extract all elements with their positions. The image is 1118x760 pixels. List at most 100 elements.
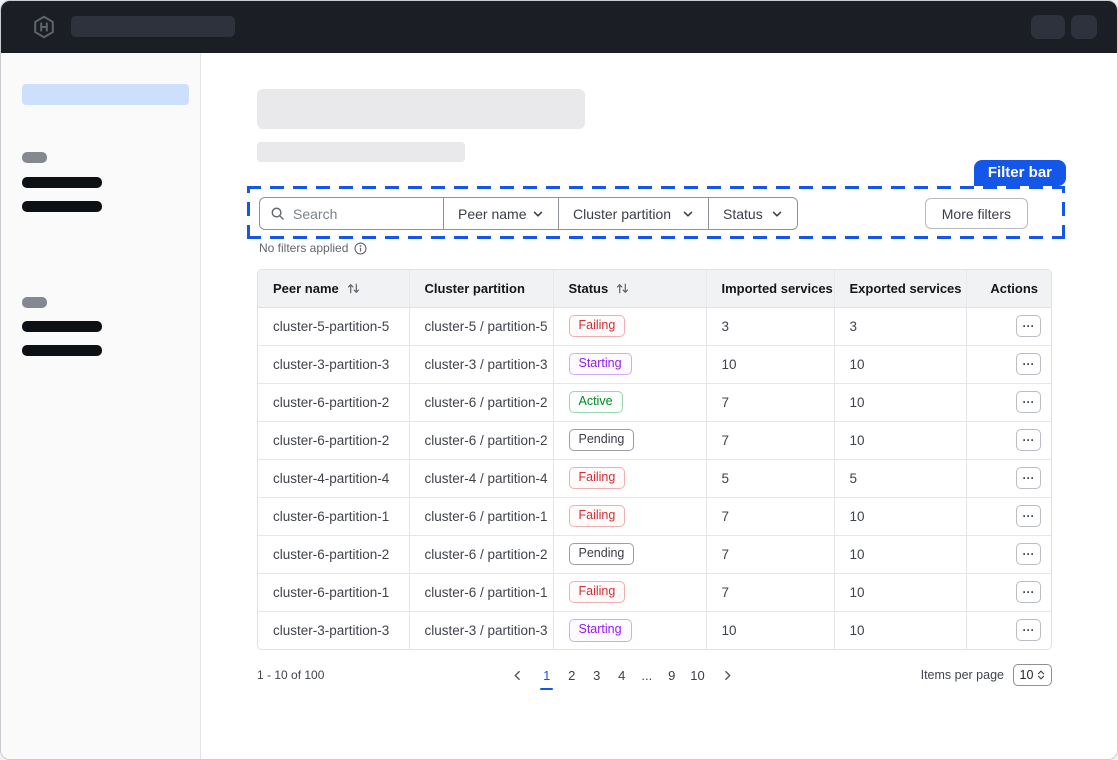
peer-name-cell: cluster-6-partition-2 [258,535,409,573]
status-badge: Failing [569,581,626,604]
row-actions-button[interactable]: ··· [1016,315,1041,337]
row-actions-button[interactable]: ··· [1016,391,1041,413]
sidebar-item-skeleton [22,345,102,356]
actions-cell: ··· [966,345,1052,383]
cluster-partition-cell: cluster-3 / partition-3 [409,611,553,649]
exported-services-cell: 10 [834,345,966,383]
column-header-actions: Actions [966,270,1052,307]
cluster-partition-cell: cluster-6 / partition-2 [409,421,553,459]
column-label: Imported services [722,281,833,296]
sidebar-item-skeleton [22,177,102,188]
column-label: Status [569,281,609,296]
exported-services-cell: 10 [834,497,966,535]
next-page-button[interactable] [716,667,739,684]
filters-applied-status: No filters applied [259,241,367,255]
filter-controls-group: Peer name Cluster partition [259,197,798,230]
table-row: cluster-6-partition-1cluster-6 / partiti… [258,497,1052,535]
row-actions-button[interactable]: ··· [1016,353,1041,375]
info-icon[interactable] [354,242,367,255]
items-per-page-value: 10 [1020,668,1034,682]
page-button-2[interactable]: 2 [564,666,579,685]
top-navbar [1,1,1117,53]
actions-cell: ··· [966,421,1052,459]
imported-services-cell: 7 [706,421,834,459]
exported-services-cell: 10 [834,573,966,611]
filter-dropdown-status[interactable]: Status [708,198,797,229]
sort-icon [615,281,630,296]
imported-services-cell: 7 [706,497,834,535]
actions-cell: ··· [966,459,1052,497]
row-actions-button[interactable]: ··· [1016,429,1041,451]
status-cell: Failing [553,497,706,535]
page-button-3[interactable]: 3 [589,666,604,685]
exported-services-cell: 10 [834,383,966,421]
status-cell: Starting [553,345,706,383]
exported-services-cell: 10 [834,535,966,573]
status-cell: Failing [553,573,706,611]
sidebar-section-label-skeleton [22,297,47,308]
exported-services-cell: 5 [834,459,966,497]
filter-dropdown-label: Peer name [458,206,526,222]
filter-bar-annotation-region: Filter bar Peer name [247,186,1065,239]
table-row: cluster-4-partition-4cluster-4 / partiti… [258,459,1052,497]
row-actions-button[interactable]: ··· [1016,467,1041,489]
imported-services-cell: 10 [706,345,834,383]
status-badge: Starting [569,353,632,376]
row-actions-button[interactable]: ··· [1016,619,1041,641]
nav-search-skeleton [71,16,235,37]
page-button-10[interactable]: 10 [689,666,705,685]
row-actions-button[interactable]: ··· [1016,581,1041,603]
row-actions-button[interactable]: ··· [1016,543,1041,565]
more-filters-button[interactable]: More filters [925,198,1028,229]
cluster-partition-cell: cluster-6 / partition-1 [409,573,553,611]
peer-name-cell: cluster-4-partition-4 [258,459,409,497]
status-badge: Active [569,391,623,414]
table-row: cluster-6-partition-2cluster-6 / partiti… [258,421,1052,459]
peer-name-cell: cluster-6-partition-1 [258,497,409,535]
page-title-skeleton [257,89,585,129]
actions-cell: ··· [966,497,1052,535]
column-header-imported-services: Imported services [706,270,834,307]
chevron-down-icon [771,208,783,220]
actions-cell: ··· [966,307,1052,345]
chevron-up-down-icon [1037,669,1045,681]
status-badge: Failing [569,505,626,528]
peer-name-cell: cluster-3-partition-3 [258,345,409,383]
status-cell: Starting [553,611,706,649]
page-button-9[interactable]: 9 [664,666,679,685]
items-per-page-select[interactable]: 10 [1013,664,1052,686]
imported-services-cell: 7 [706,383,834,421]
range-summary: 1 - 10 of 100 [257,668,324,682]
search-field[interactable] [260,198,443,229]
cluster-partition-cell: cluster-4 / partition-4 [409,459,553,497]
status-badge: Pending [569,429,635,452]
nav-user-skeleton [1071,15,1097,39]
chevron-down-icon [682,208,694,220]
cluster-partition-cell: cluster-6 / partition-2 [409,383,553,421]
filter-dropdown-cluster-partition[interactable]: Cluster partition [558,198,708,229]
peer-name-cell: cluster-6-partition-2 [258,383,409,421]
status-cell: Pending [553,535,706,573]
cluster-partition-cell: cluster-6 / partition-1 [409,497,553,535]
row-actions-button[interactable]: ··· [1016,505,1041,527]
page-button-1[interactable]: 1 [539,666,554,685]
peer-name-cell: cluster-5-partition-5 [258,307,409,345]
prev-page-button[interactable] [506,667,529,684]
items-per-page-label: Items per page [921,668,1004,682]
search-input[interactable] [293,206,423,222]
column-header-peer-name[interactable]: Peer name [258,270,409,307]
column-header-exported-services: Exported services [834,270,966,307]
imported-services-cell: 3 [706,307,834,345]
page-button-4[interactable]: 4 [614,666,629,685]
search-icon [270,206,285,221]
status-badge: Pending [569,543,635,566]
main-content: Filter bar Peer name [201,53,1117,759]
peers-table: Peer nameCluster partitionStatusImported… [257,269,1052,650]
status-badge: Failing [569,315,626,338]
column-header-status[interactable]: Status [553,270,706,307]
page-subtitle-skeleton [257,142,465,162]
peer-name-cell: cluster-6-partition-2 [258,421,409,459]
table-row: cluster-6-partition-2cluster-6 / partiti… [258,383,1052,421]
app-window: Filter bar Peer name [0,0,1118,760]
filter-dropdown-peer-name[interactable]: Peer name [443,198,558,229]
